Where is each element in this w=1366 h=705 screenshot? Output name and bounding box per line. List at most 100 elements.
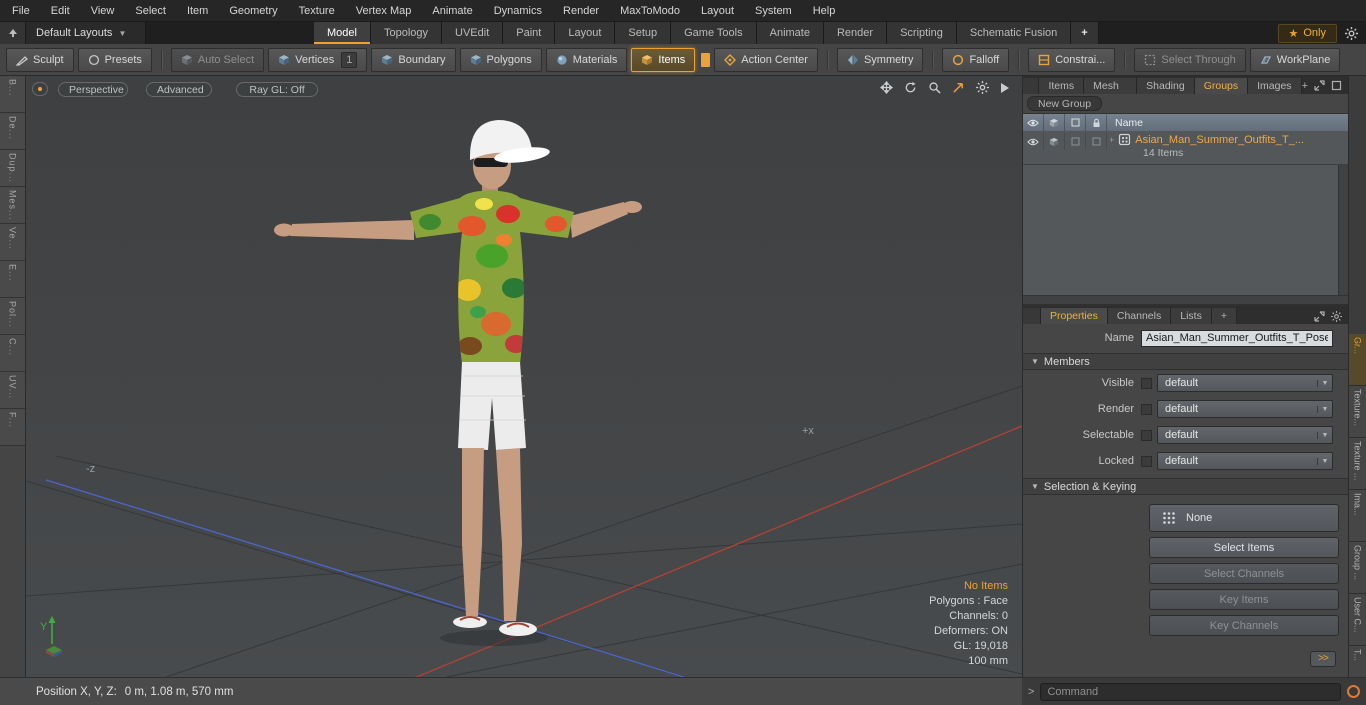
workplane-button[interactable]: WorkPlane bbox=[1249, 47, 1341, 72]
materials-button[interactable]: Materials bbox=[545, 47, 628, 72]
lock-column-header[interactable] bbox=[1086, 114, 1107, 131]
visible-dropdown[interactable]: default ▼ bbox=[1157, 374, 1333, 392]
left-palette-tab[interactable]: F... bbox=[0, 409, 25, 446]
layout-up-button[interactable] bbox=[0, 22, 26, 44]
menu-layout[interactable]: Layout bbox=[701, 5, 734, 17]
right-palette-tab[interactable]: Group ... bbox=[1349, 542, 1366, 594]
group-list-empty-area[interactable] bbox=[1023, 165, 1348, 295]
tab-render[interactable]: Render bbox=[823, 22, 888, 44]
menu-view[interactable]: View bbox=[91, 5, 115, 17]
row-render-checkbox[interactable] bbox=[1065, 133, 1086, 150]
none-mode-button[interactable]: None bbox=[1149, 504, 1339, 532]
menu-item[interactable]: Item bbox=[187, 5, 208, 17]
tab-model[interactable]: Model bbox=[314, 22, 371, 44]
row-expander[interactable]: + bbox=[1109, 135, 1114, 145]
row-visibility-toggle[interactable] bbox=[1023, 133, 1044, 150]
auto-select-button[interactable]: Auto Select bbox=[170, 47, 265, 72]
selection-keying-section-header[interactable]: ▼ Selection & Keying bbox=[1023, 478, 1348, 495]
fit-view-icon[interactable] bbox=[952, 81, 965, 94]
menu-edit[interactable]: Edit bbox=[51, 5, 70, 17]
menu-maxtomodo[interactable]: MaxToModo bbox=[620, 5, 680, 17]
vertices-button[interactable]: Vertices 1 bbox=[268, 47, 368, 72]
right-palette-tab[interactable]: User C... bbox=[1349, 594, 1366, 646]
panel-tab-stub[interactable] bbox=[1023, 308, 1041, 324]
tab-layout[interactable]: Layout bbox=[555, 22, 616, 44]
add-properties-tab-button[interactable]: + bbox=[1211, 308, 1237, 324]
key-items-button[interactable]: Key Items bbox=[1149, 589, 1339, 610]
tab-paint[interactable]: Paint bbox=[503, 22, 556, 44]
menu-geometry[interactable]: Geometry bbox=[229, 5, 277, 17]
name-column-header[interactable]: Name bbox=[1107, 117, 1143, 129]
command-input[interactable] bbox=[1040, 682, 1341, 701]
viewport-corner-tab[interactable] bbox=[32, 82, 48, 96]
menu-system[interactable]: System bbox=[755, 5, 792, 17]
tab-groups[interactable]: Groups bbox=[1194, 78, 1249, 94]
falloff-button[interactable]: Falloff bbox=[942, 47, 1010, 72]
view-mode-dropdown[interactable]: Perspective bbox=[58, 82, 128, 97]
sculpt-button[interactable]: Sculpt bbox=[6, 47, 74, 72]
menu-render[interactable]: Render bbox=[563, 5, 599, 17]
raygl-dropdown[interactable]: Ray GL: Off bbox=[236, 82, 318, 97]
locked-dropdown[interactable]: default ▼ bbox=[1157, 452, 1333, 470]
items-button[interactable]: Items bbox=[631, 47, 696, 72]
group-name-input[interactable] bbox=[1141, 329, 1333, 347]
row-lock-checkbox[interactable] bbox=[1086, 133, 1107, 150]
tab-uvedit[interactable]: UVEdit bbox=[442, 22, 504, 44]
tab-mesh[interactable]: Mesh ... bbox=[1084, 78, 1138, 108]
members-section-header[interactable]: ▼ Members bbox=[1023, 353, 1348, 370]
left-palette-tab[interactable]: B... bbox=[0, 76, 25, 113]
item-type-column-header[interactable] bbox=[1044, 114, 1065, 131]
select-channels-button[interactable]: Select Channels bbox=[1149, 563, 1339, 584]
select-items-button[interactable]: Select Items bbox=[1149, 537, 1339, 558]
zoom-icon[interactable] bbox=[928, 81, 941, 94]
shading-mode-dropdown[interactable]: Advanced bbox=[146, 82, 212, 97]
render-dropdown[interactable]: default ▼ bbox=[1157, 400, 1333, 418]
left-palette-tab[interactable]: C... bbox=[0, 335, 25, 372]
left-palette-tab[interactable]: E... bbox=[0, 261, 25, 298]
tab-topology[interactable]: Topology bbox=[370, 22, 443, 44]
tab-channels[interactable]: Channels bbox=[1107, 308, 1172, 324]
viewport-3d[interactable]: -z +x Perspective Advanced Ray GL: Off N… bbox=[26, 76, 1022, 677]
selectable-dropdown[interactable]: default ▼ bbox=[1157, 426, 1333, 444]
vertical-scrollbar[interactable] bbox=[1338, 165, 1348, 295]
tab-shading[interactable]: Shading bbox=[1137, 78, 1195, 94]
panel-gear-icon[interactable] bbox=[1331, 311, 1342, 322]
tab-lists[interactable]: Lists bbox=[1171, 308, 1212, 324]
left-palette-tab[interactable]: Dup... bbox=[0, 150, 25, 187]
rotate-icon[interactable] bbox=[904, 81, 917, 94]
left-palette-tab[interactable]: Ve... bbox=[0, 224, 25, 261]
add-layout-tab-button[interactable]: + bbox=[1071, 22, 1099, 44]
action-center-button[interactable]: Action Center bbox=[714, 47, 818, 72]
tab-scripting[interactable]: Scripting bbox=[887, 22, 957, 44]
menu-select[interactable]: Select bbox=[135, 5, 166, 17]
render-column-header[interactable] bbox=[1065, 114, 1086, 131]
popout-icon[interactable] bbox=[1314, 80, 1325, 91]
channel-toggle-icon[interactable] bbox=[1141, 455, 1152, 467]
layout-selector[interactable]: Default Layouts ▼ bbox=[26, 22, 146, 44]
add-tab-icon[interactable]: + bbox=[1302, 80, 1308, 92]
symmetry-button[interactable]: Symmetry bbox=[836, 47, 924, 72]
viewport-gear-icon[interactable] bbox=[976, 81, 989, 94]
maximize-icon[interactable] bbox=[1331, 80, 1342, 91]
left-palette-tab[interactable]: Mes... bbox=[0, 187, 25, 224]
play-icon[interactable] bbox=[1000, 82, 1010, 94]
character-model[interactable] bbox=[274, 120, 642, 636]
right-palette-tab[interactable]: Texture ... bbox=[1349, 438, 1366, 490]
channel-toggle-icon[interactable] bbox=[1141, 429, 1152, 441]
menu-texture[interactable]: Texture bbox=[299, 5, 335, 17]
presets-button[interactable]: Presets bbox=[77, 47, 152, 72]
group-row-main[interactable]: + Asian_Man_Summer_Outfits_T_... 14 Item… bbox=[1107, 131, 1304, 160]
menu-dynamics[interactable]: Dynamics bbox=[494, 5, 542, 17]
horizontal-scrollbar[interactable] bbox=[1023, 295, 1348, 304]
left-palette-tab[interactable]: Pol... bbox=[0, 298, 25, 335]
left-palette-tab[interactable]: UV... bbox=[0, 372, 25, 409]
tab-images[interactable]: Images bbox=[1248, 78, 1302, 94]
right-palette-tab[interactable]: Texture... bbox=[1349, 386, 1366, 438]
channel-toggle-icon[interactable] bbox=[1141, 403, 1152, 415]
group-list-row[interactable]: + Asian_Man_Summer_Outfits_T_... 14 Item… bbox=[1023, 131, 1348, 165]
command-history-icon[interactable] bbox=[1347, 685, 1360, 698]
tab-items[interactable]: Items bbox=[1039, 78, 1085, 94]
popout-icon[interactable] bbox=[1314, 311, 1325, 322]
tab-properties[interactable]: Properties bbox=[1041, 308, 1108, 324]
menu-help[interactable]: Help bbox=[813, 5, 836, 17]
